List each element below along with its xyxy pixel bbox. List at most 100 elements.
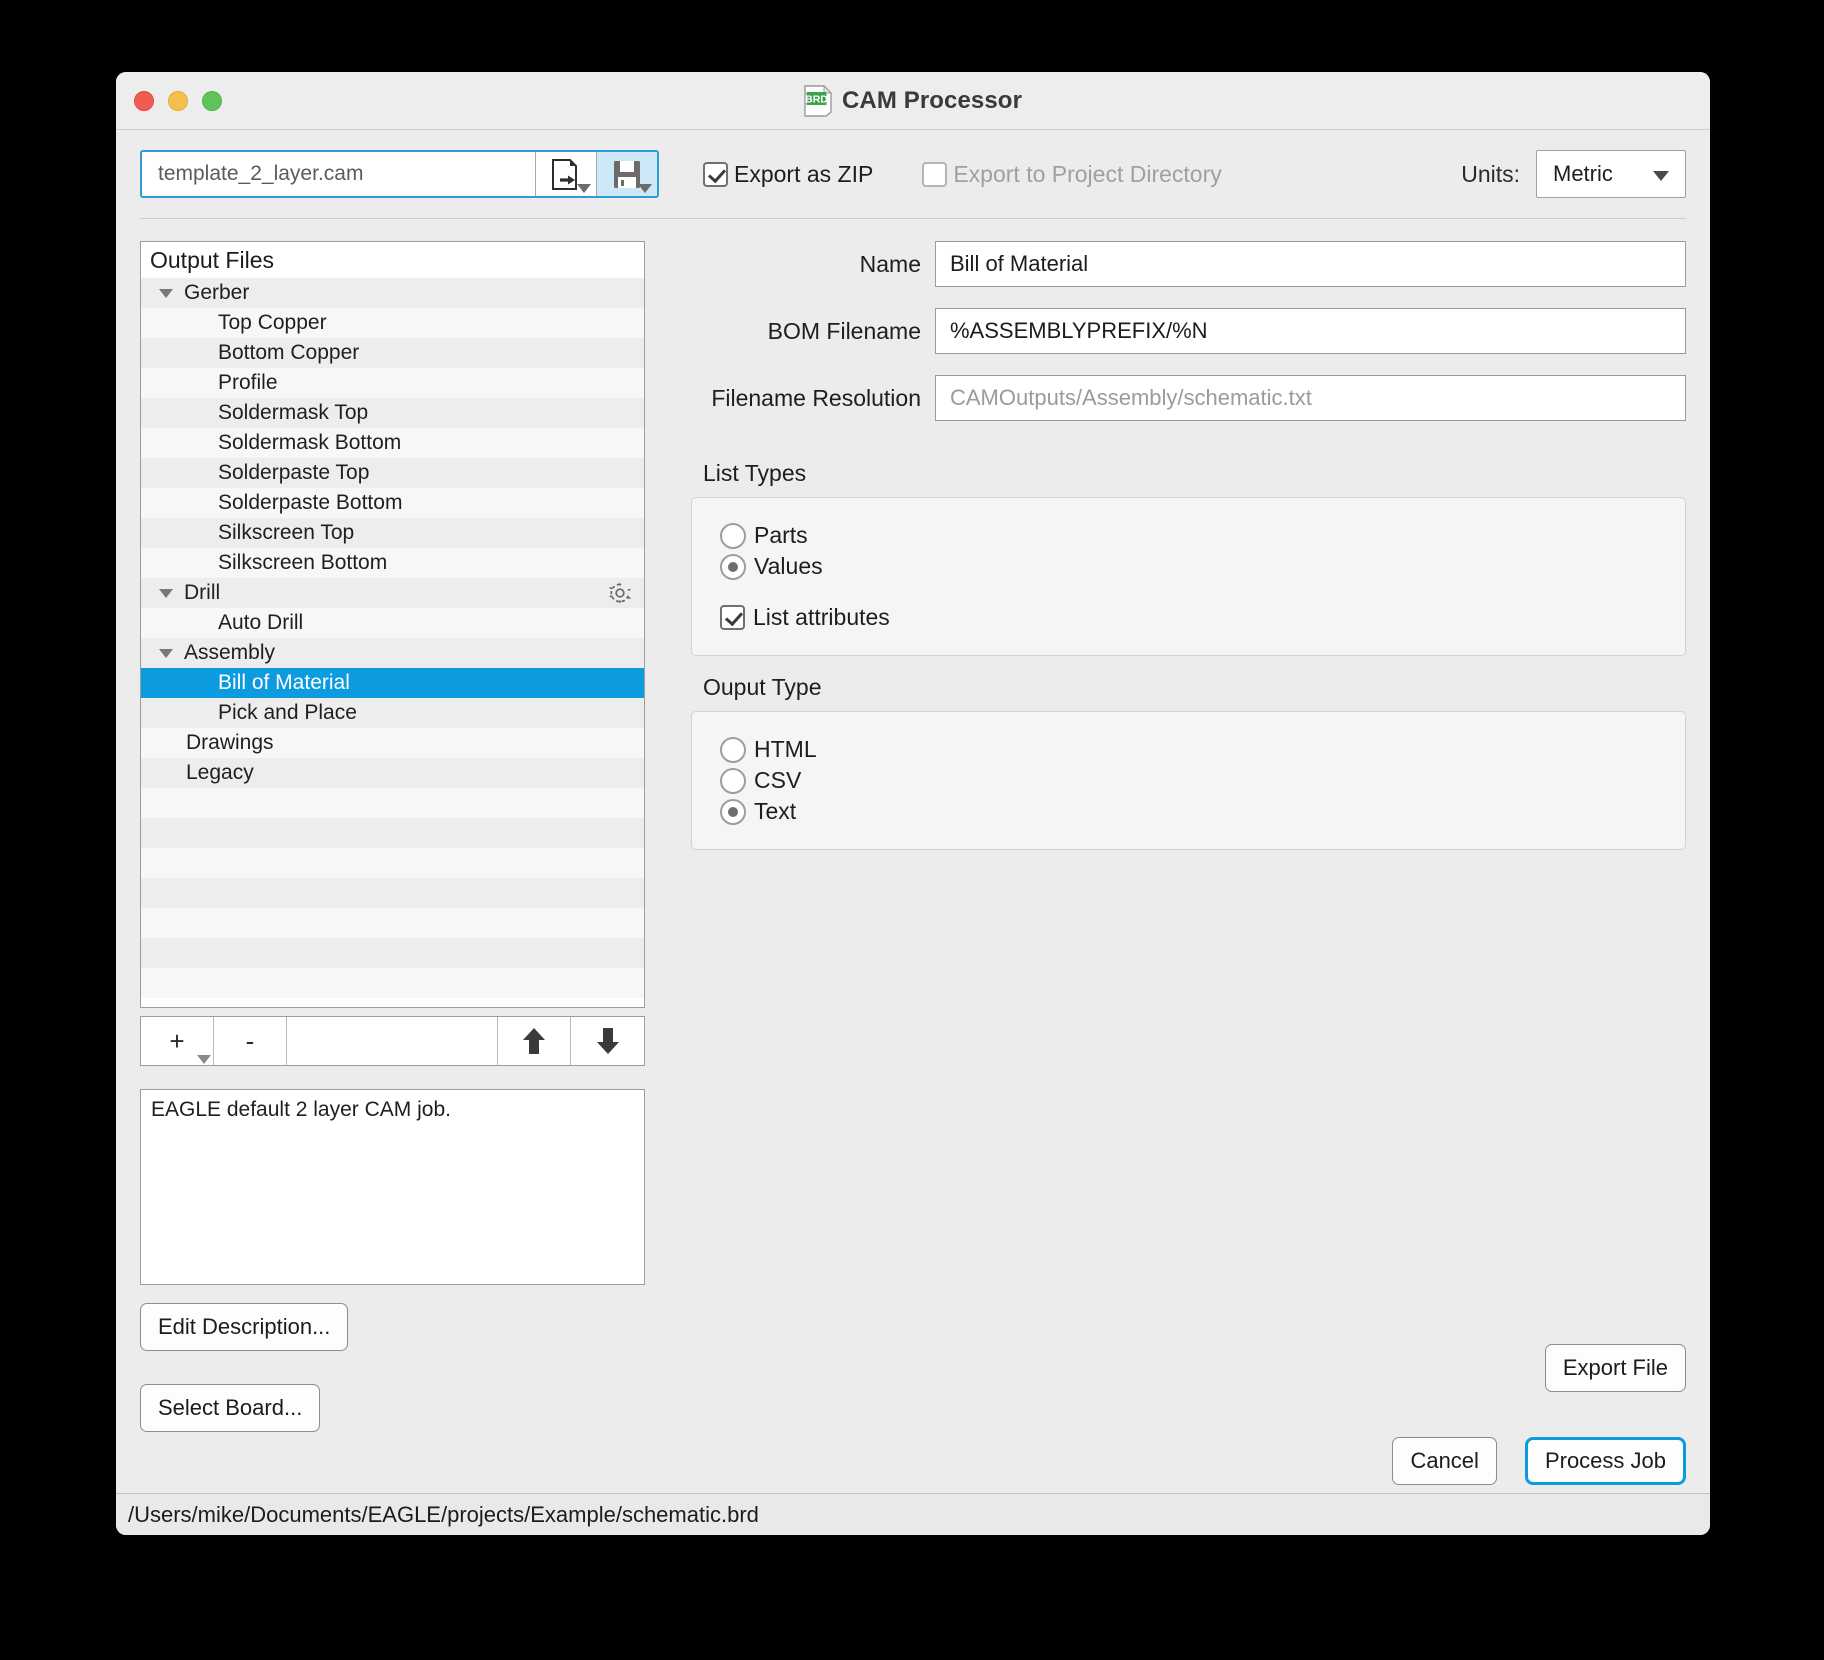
open-dropdown-caret[interactable] xyxy=(577,184,591,193)
gear-icon[interactable] xyxy=(608,581,632,605)
tree-empty-row xyxy=(141,968,644,998)
save-cam-job-button[interactable] xyxy=(596,152,657,196)
tree-item-label: Silkscreen Bottom xyxy=(218,551,388,574)
chevron-down-icon xyxy=(1653,171,1669,181)
window-close-button[interactable] xyxy=(134,91,154,111)
units-label: Units: xyxy=(1461,160,1520,187)
tree-item-drill[interactable]: Drill xyxy=(141,578,644,608)
move-down-button[interactable] xyxy=(571,1017,644,1065)
filename-resolution-input xyxy=(935,375,1686,421)
list-toolbar-spacer xyxy=(287,1017,498,1065)
units-select[interactable]: Metric xyxy=(1536,150,1686,198)
tree-item-label: Pick and Place xyxy=(218,701,357,724)
radio-csv-indicator[interactable] xyxy=(720,767,746,794)
tree-item-soldermask-bottom[interactable]: Soldermask Bottom xyxy=(141,428,644,458)
radio-text[interactable]: Text xyxy=(720,796,1685,827)
tree-item-label: Gerber xyxy=(184,281,250,304)
export-as-zip-checkbox[interactable] xyxy=(703,161,728,187)
tree-item-label: Assembly xyxy=(184,641,276,664)
tree-item-pick-and-place[interactable]: Pick and Place xyxy=(141,698,644,728)
move-up-button[interactable] xyxy=(498,1017,571,1065)
tree-item-legacy[interactable]: Legacy xyxy=(141,758,644,788)
radio-html[interactable]: HTML xyxy=(720,734,1685,765)
right-panel: Name BOM Filename Filename Resolution Li… xyxy=(645,241,1686,1493)
tree-item-solderpaste-top[interactable]: Solderpaste Top xyxy=(141,458,644,488)
output-files-tree[interactable]: Output Files Gerber Top Copper Bottom Copp… xyxy=(140,241,645,1008)
remove-output-label: - xyxy=(245,1025,255,1056)
window-minimize-button[interactable] xyxy=(168,91,188,111)
tree-item-label: Soldermask Bottom xyxy=(218,431,402,454)
disclosure-triangle-icon[interactable] xyxy=(159,588,173,598)
tree-item-drawings[interactable]: Drawings xyxy=(141,728,644,758)
tree-item-gerber[interactable]: Gerber xyxy=(141,278,644,308)
list-types-group: Parts Values List attributes xyxy=(691,497,1686,656)
tree-item-top-copper[interactable]: Top Copper xyxy=(141,308,644,338)
arrow-up-icon xyxy=(523,1028,545,1054)
disclosure-triangle-icon[interactable] xyxy=(159,648,173,658)
export-file-row: Export File xyxy=(691,1344,1686,1392)
window-maximize-button[interactable] xyxy=(202,91,222,111)
output-type-group: HTML CSV Text xyxy=(691,711,1686,850)
tree-item-silkscreen-bottom[interactable]: Silkscreen Bottom xyxy=(141,548,644,578)
tree-item-label: Silkscreen Top xyxy=(218,521,355,544)
tree-item-soldermask-top[interactable]: Soldermask Top xyxy=(141,398,644,428)
add-dropdown-caret[interactable] xyxy=(197,1055,211,1064)
disclosure-triangle-icon[interactable] xyxy=(159,288,173,298)
tree-empty-row xyxy=(141,938,644,968)
bom-filename-input[interactable] xyxy=(935,308,1686,354)
radio-values[interactable]: Values xyxy=(720,551,1685,582)
add-output-button[interactable]: + xyxy=(141,1017,214,1065)
select-board-button[interactable]: Select Board... xyxy=(140,1384,321,1432)
export-to-project-directory-checkbox-row[interactable]: Export to Project Directory xyxy=(922,160,1222,188)
left-panel: Output Files Gerber Top Copper Bottom Copp… xyxy=(140,241,645,1493)
radio-text-label: Text xyxy=(754,798,797,824)
tree-item-bill-of-material[interactable]: Bill of Material xyxy=(141,668,644,698)
export-as-zip-checkbox-row[interactable]: Export as ZIP xyxy=(703,161,873,188)
tree-item-auto-drill[interactable]: Auto Drill xyxy=(141,608,644,638)
process-job-button[interactable]: Process Job xyxy=(1524,1437,1686,1485)
description-text-area[interactable]: EAGLE default 2 layer CAM job. xyxy=(140,1089,645,1285)
filename-resolution-field-row: Filename Resolution xyxy=(691,375,1686,421)
edit-description-button[interactable]: Edit Description... xyxy=(140,1303,349,1351)
output-files-header: Output Files xyxy=(141,242,644,278)
status-bar-path: /Users/mike/Documents/EAGLE/projects/Exa… xyxy=(128,1501,759,1527)
top-toolbar: Export as ZIP Export to Project Director… xyxy=(116,130,1710,218)
tree-item-bottom-copper[interactable]: Bottom Copper xyxy=(141,338,644,368)
list-attributes-row[interactable]: List attributes xyxy=(720,602,1685,633)
tree-item-silkscreen-top[interactable]: Silkscreen Top xyxy=(141,518,644,548)
tree-item-label: Legacy xyxy=(186,761,254,784)
name-label: Name xyxy=(859,250,921,277)
radio-parts-indicator[interactable] xyxy=(720,522,746,549)
tree-empty-row xyxy=(141,848,644,878)
tree-empty-row xyxy=(141,788,644,818)
tree-item-label: Bottom Copper xyxy=(218,341,360,364)
radio-parts[interactable]: Parts xyxy=(720,520,1685,551)
radio-csv[interactable]: CSV xyxy=(720,765,1685,796)
tree-item-label: Soldermask Top xyxy=(218,401,369,424)
bom-filename-label: BOM Filename xyxy=(767,317,921,344)
add-output-label: + xyxy=(169,1025,185,1056)
cam-file-input[interactable] xyxy=(142,152,535,196)
save-dropdown-caret[interactable] xyxy=(638,184,652,193)
radio-values-indicator[interactable] xyxy=(720,553,746,580)
dialog-action-row: Cancel Process Job xyxy=(691,1437,1686,1485)
cancel-button[interactable]: Cancel xyxy=(1392,1437,1497,1485)
tree-item-profile[interactable]: Profile xyxy=(141,368,644,398)
radio-html-indicator[interactable] xyxy=(720,736,746,763)
name-input[interactable] xyxy=(935,241,1686,287)
radio-parts-label: Parts xyxy=(754,522,808,548)
tree-item-assembly[interactable]: Assembly xyxy=(141,638,644,668)
export-to-project-directory-checkbox[interactable] xyxy=(922,161,948,187)
remove-output-button[interactable]: - xyxy=(214,1017,287,1065)
list-attributes-checkbox[interactable] xyxy=(720,605,745,630)
radio-text-indicator[interactable] xyxy=(720,798,746,825)
bom-filename-field-row: BOM Filename xyxy=(691,308,1686,354)
open-cam-job-button[interactable] xyxy=(535,152,596,196)
list-toolbar: + - xyxy=(140,1016,645,1066)
tree-item-label: Auto Drill xyxy=(218,611,304,634)
tree-item-label: Drawings xyxy=(186,731,274,754)
export-file-button[interactable]: Export File xyxy=(1544,1344,1686,1392)
export-to-project-directory-label: Export to Project Directory xyxy=(953,160,1222,187)
tree-item-label: Solderpaste Bottom xyxy=(218,491,403,514)
tree-item-solderpaste-bottom[interactable]: Solderpaste Bottom xyxy=(141,488,644,518)
